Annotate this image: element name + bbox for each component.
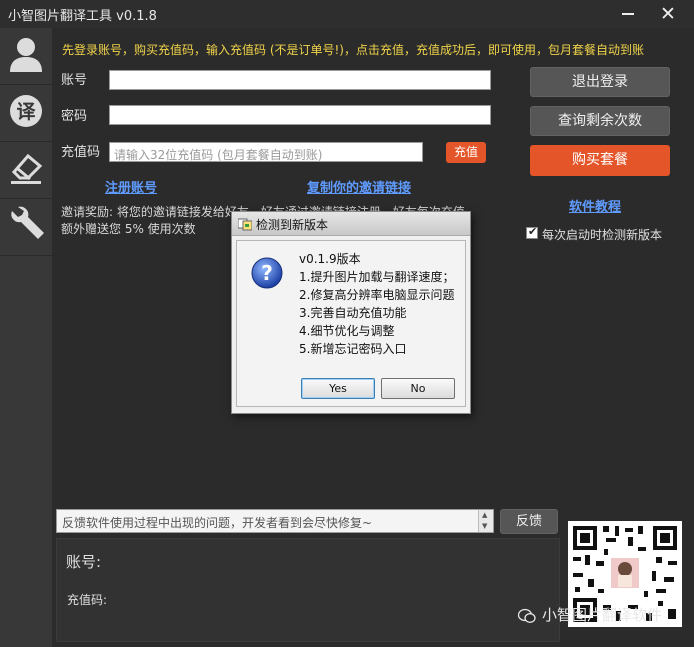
sidebar-item-eraser[interactable] <box>0 142 52 199</box>
recharge-button[interactable]: 充值 <box>446 142 486 163</box>
app-icon <box>238 218 252 231</box>
account-label: 账号 <box>61 73 88 88</box>
sidebar: 译 <box>0 28 52 647</box>
close-button[interactable]: ✕ <box>656 2 680 26</box>
code-label: 充值码 <box>61 145 101 160</box>
tutorial-link[interactable]: 软件教程 <box>569 196 621 215</box>
wechat-icon <box>517 608 536 623</box>
password-input[interactable] <box>109 105 491 125</box>
translate-glyph: 译 <box>16 101 36 123</box>
translate-icon: 译 <box>10 95 42 127</box>
minimize-button[interactable] <box>618 4 638 24</box>
dialog-line-1: 1.提升图片加载与翻译速度； <box>299 270 455 284</box>
code-placeholder: 请输入32位充值码 (包月套餐自动到账) <box>114 148 323 162</box>
spin-down-icon[interactable]: ▼ <box>482 522 487 530</box>
spin-up-icon[interactable]: ▲ <box>482 511 487 519</box>
check-update-label: 每次启动时检测新版本 <box>542 228 663 242</box>
buy-plan-button[interactable]: 购买套餐 <box>530 145 670 176</box>
dialog-line-2: 2.修复高分辨率电脑显示问题 <box>299 288 455 302</box>
svg-text:?: ? <box>261 261 273 285</box>
dialog-title: 检测到新版本 <box>256 218 329 232</box>
feedback-input[interactable]: 反馈软件使用过程中出现的问题，开发者看到会尽快修复~ <box>56 509 494 533</box>
register-link[interactable]: 注册账号 <box>105 177 157 196</box>
copy-invite-link[interactable]: 复制你的邀请链接 <box>307 177 411 196</box>
wechat-watermark: 小智图片翻译软件 <box>517 604 663 625</box>
query-remaining-button[interactable]: 查询剩余次数 <box>530 106 670 136</box>
password-label: 密码 <box>61 109 88 124</box>
check-update-checkbox[interactable] <box>526 225 538 239</box>
sidebar-item-translate[interactable]: 译 <box>0 85 52 142</box>
dialog-line-4: 4.细节优化与调整 <box>299 324 395 338</box>
info-account-label: 账号: <box>66 553 102 571</box>
feedback-button[interactable]: 反馈 <box>500 509 558 534</box>
no-button[interactable]: No <box>381 378 455 399</box>
dialog-title-bar: 检测到新版本 <box>232 212 470 236</box>
feedback-spinner[interactable]: ▲ ▼ <box>478 510 493 532</box>
password-value <box>110 103 118 123</box>
wrench-icon <box>11 206 44 239</box>
dialog-line-5: 5.新增忘记密码入口 <box>299 342 407 356</box>
dialog-message: v0.1.9版本 1.提升图片加载与翻译速度； 2.修复高分辨率电脑显示问题 3… <box>299 250 454 358</box>
question-icon: ? <box>251 257 283 289</box>
instructions-notice: 先登录账号，购买充值码，输入充值码 (不是订单号!)，点击充值，充值成功后，即可… <box>62 43 644 57</box>
feedback-placeholder: 反馈软件使用过程中出现的问题，开发者看到会尽快修复~ <box>62 516 373 530</box>
yes-button[interactable]: Yes <box>301 378 375 399</box>
update-dialog: 检测到新版本 ? v0.1.9版本 1.提升图片加载与翻译速度； 2.修复高分辨… <box>231 211 471 414</box>
recharge-code-input[interactable]: 请输入32位充值码 (包月套餐自动到账) <box>109 142 423 162</box>
dialog-body: ? v0.1.9版本 1.提升图片加载与翻译速度； 2.修复高分辨率电脑显示问题… <box>236 240 466 407</box>
account-value <box>110 68 118 88</box>
title-bar: 小智图片翻译工具 v0.1.8 ✕ <box>0 0 694 28</box>
account-input[interactable] <box>109 70 491 90</box>
sidebar-item-settings[interactable] <box>0 199 52 256</box>
sidebar-item-account[interactable] <box>0 28 52 85</box>
dialog-line-3: 3.完善自动充值功能 <box>299 306 407 320</box>
info-code-label: 充值码: <box>67 593 108 607</box>
watermark-text: 小智图片翻译软件 <box>542 606 663 624</box>
account-info-panel: 账号: 充值码: <box>56 538 560 642</box>
eraser-icon <box>11 153 43 184</box>
dialog-line-version: v0.1.9版本 <box>299 252 361 266</box>
logout-button[interactable]: 退出登录 <box>530 67 670 97</box>
user-icon <box>10 38 42 72</box>
window-title: 小智图片翻译工具 v0.1.8 <box>8 9 157 24</box>
